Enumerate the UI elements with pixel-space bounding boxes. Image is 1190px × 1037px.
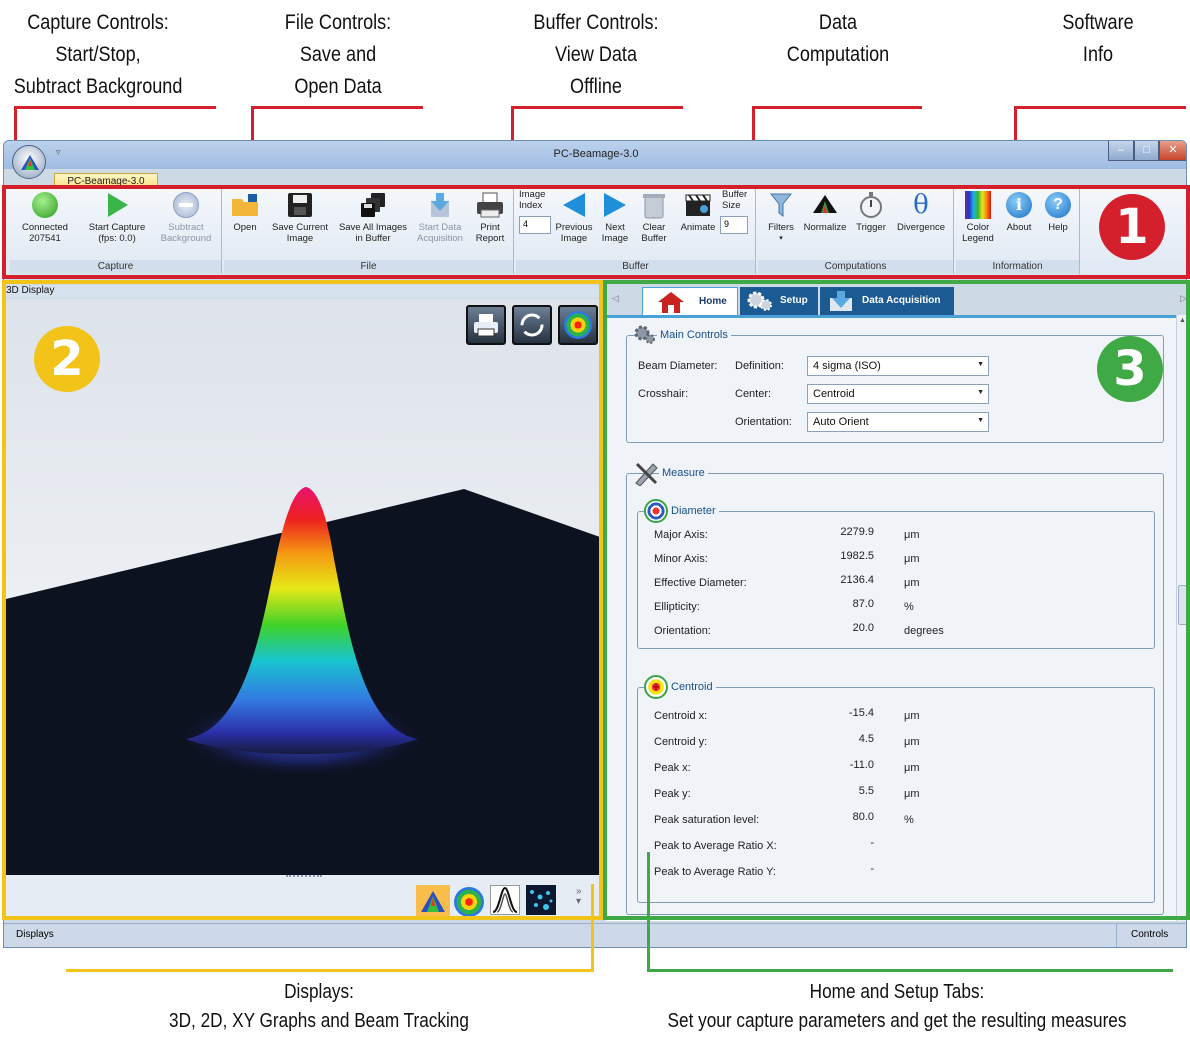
annotation-capture: Capture Controls: Start/Stop, Subtract Bac… [13,11,183,98]
leader-line [647,852,650,972]
leader-line [16,106,216,109]
leader-line [1014,106,1186,109]
annotation-buffer: Buffer Controls: View Data Offline [533,11,659,98]
leader-line [752,106,922,109]
leader-line [66,969,594,972]
title-bar: ▿ PC-Beamage-3.0 – □ ✕ [4,141,1186,179]
annotation-info: Software Info [1062,11,1134,66]
badge-3: 3 [1097,336,1163,402]
annotation-displays: Displays: 3D, 2D, XY Graphs and Beam Trac… [169,981,469,1032]
region-1-outline [2,185,1190,279]
status-controls[interactable]: Controls [1131,929,1168,940]
status-displays[interactable]: Displays [16,929,54,940]
minimize-button[interactable]: – [1108,141,1134,161]
leader-line [511,106,683,109]
leader-line [251,106,423,109]
annotation-file: File Controls: Save and Open Data [284,11,392,98]
annotation-tabs: Home and Setup Tabs: Set your capture par… [667,981,1127,1032]
close-button[interactable]: ✕ [1159,141,1186,161]
status-controls-cell: Controls [1116,924,1186,947]
window-title: PC-Beamage-3.0 [553,148,639,160]
maximize-button[interactable]: □ [1134,141,1159,161]
badge-2: 2 [34,326,100,392]
badge-1: 1 [1099,194,1165,260]
leader-line [591,884,594,972]
annotation-computation: Data Computation [786,11,890,66]
leader-line [647,969,1173,972]
status-bar: Displays Controls [4,923,1186,947]
